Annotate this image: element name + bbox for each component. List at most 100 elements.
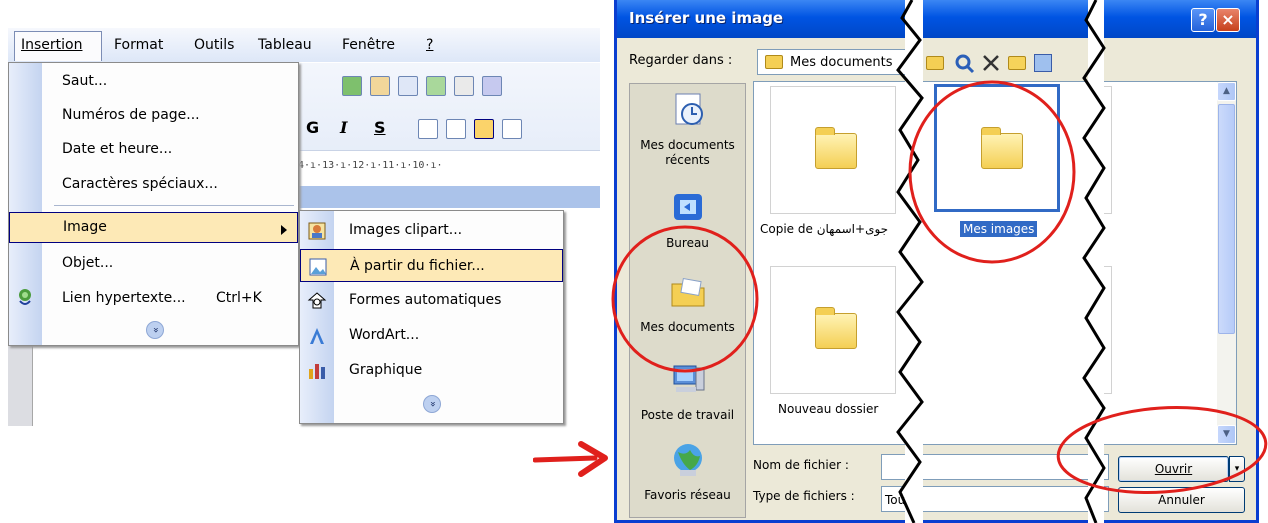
file-thumbnail[interactable] bbox=[770, 86, 896, 214]
file-type-combo[interactable]: Tou bbox=[881, 486, 1109, 512]
justify-icon[interactable] bbox=[502, 119, 522, 139]
autoshapes-icon bbox=[307, 292, 327, 309]
file-name: Nouveau dossier bbox=[778, 402, 879, 416]
dialog-toolbar bbox=[920, 50, 1060, 76]
insert-excel-icon[interactable] bbox=[426, 76, 446, 96]
file-list: Copie de جوى+اسمهان Mes images Nouveau d… bbox=[753, 81, 1237, 445]
scrollbar-thumb[interactable] bbox=[1218, 104, 1235, 334]
new-folder-icon[interactable] bbox=[1008, 56, 1026, 70]
hyperlink-icon bbox=[19, 289, 31, 305]
file-name: Copie de جوى+اسمهان bbox=[760, 222, 889, 236]
underline-button[interactable]: S bbox=[374, 118, 386, 137]
menu-outils[interactable]: Outils bbox=[194, 37, 234, 53]
place-desktop[interactable]: Bureau bbox=[630, 188, 745, 251]
picture-from-file-icon bbox=[309, 258, 327, 276]
tables-toolbar-icon[interactable] bbox=[370, 76, 390, 96]
columns-icon[interactable] bbox=[454, 76, 474, 96]
file-name-selected: Mes images bbox=[960, 221, 1038, 237]
menu-item-date-et-heure[interactable]: Date et heure... bbox=[9, 133, 298, 167]
ruler: 4·ı·13·ı·12·ı·11·ı·10·ı· bbox=[294, 150, 600, 186]
document-margin bbox=[8, 346, 33, 426]
help-button[interactable]: ? bbox=[1191, 8, 1215, 32]
my-pictures-folder-icon bbox=[981, 127, 1023, 169]
vertical-scrollbar[interactable]: ▲ ▼ bbox=[1217, 82, 1236, 444]
italic-button[interactable]: I bbox=[340, 118, 347, 137]
submenu-item-wordart[interactable]: WordArt... bbox=[300, 319, 563, 353]
dialog-titlebar: Insérer une image ? × bbox=[617, 0, 1256, 38]
scroll-up-button[interactable]: ▲ bbox=[1217, 82, 1236, 101]
document-background bbox=[294, 186, 600, 208]
menu-item-saut[interactable]: Saut... bbox=[9, 65, 298, 99]
expand-menu-icon[interactable]: » bbox=[146, 321, 164, 339]
menu-insertion-label: Insertion bbox=[21, 37, 83, 53]
menu-item-caracteres-speciaux[interactable]: Caractères spéciaux... bbox=[9, 168, 298, 202]
annotation-arrow-icon bbox=[533, 441, 608, 477]
submenu-item-formes-automatiques[interactable]: Formes automatiques bbox=[300, 284, 563, 318]
open-button[interactable]: Ouvrir bbox=[1118, 456, 1229, 482]
submenu-item-a-partir-du-fichier[interactable]: À partir du fichier... bbox=[300, 249, 563, 282]
file-thumbnail-clipped bbox=[1092, 266, 1112, 394]
search-web-icon[interactable] bbox=[954, 53, 976, 75]
folder-icon bbox=[815, 307, 857, 349]
bold-button[interactable]: G bbox=[306, 118, 319, 137]
close-button[interactable]: × bbox=[1216, 8, 1240, 32]
standard-toolbar-row bbox=[294, 69, 600, 103]
open-dropdown-button[interactable]: ▾ bbox=[1229, 456, 1245, 482]
wordart-icon bbox=[310, 328, 324, 344]
align-left-icon[interactable] bbox=[418, 119, 438, 139]
views-icon[interactable] bbox=[1034, 54, 1052, 72]
menu-tableau[interactable]: Tableau bbox=[258, 37, 312, 53]
file-thumbnail-selected[interactable] bbox=[934, 84, 1060, 212]
up-folder-icon[interactable] bbox=[926, 56, 944, 70]
menu-item-numeros-de-page[interactable]: Numéros de page... bbox=[9, 99, 298, 133]
place-my-documents[interactable]: Mes documents bbox=[630, 272, 745, 335]
place-recent-documents[interactable]: Mes documents récents bbox=[630, 90, 745, 168]
my-documents-icon bbox=[671, 277, 704, 307]
look-in-label: Regarder dans : bbox=[629, 53, 733, 68]
menu-insertion[interactable]: Insertion bbox=[14, 31, 102, 61]
place-network-places[interactable]: Favoris réseau bbox=[630, 440, 745, 503]
submenu-arrow-icon bbox=[281, 225, 287, 235]
menu-item-objet[interactable]: Objet... bbox=[9, 247, 298, 281]
look-in-value: Mes documents bbox=[790, 55, 893, 70]
cancel-button[interactable]: Annuler bbox=[1118, 487, 1245, 513]
menu-fenetre[interactable]: Fenêtre bbox=[342, 37, 395, 53]
drawing-icon[interactable] bbox=[482, 76, 502, 96]
chart-icon bbox=[309, 364, 325, 379]
insertion-menu: Saut... Numéros de page... Date et heure… bbox=[8, 62, 299, 346]
folder-icon bbox=[765, 55, 783, 69]
menu-item-lien-hypertexte[interactable]: Lien hypertexte... Ctrl+K bbox=[9, 282, 298, 316]
format-toolbar-row: G I S bbox=[294, 113, 600, 147]
open-button-label: Ouvrir bbox=[1154, 462, 1193, 476]
delete-icon[interactable] bbox=[982, 54, 1000, 72]
file-name-label: Nom de fichier : bbox=[753, 458, 849, 472]
menu-item-image[interactable]: Image bbox=[9, 212, 298, 243]
place-my-computer[interactable]: Poste de travail bbox=[630, 360, 745, 423]
places-bar: Mes documents récents Bureau Mes documen… bbox=[629, 83, 746, 518]
file-type-label: Type de fichiers : bbox=[753, 489, 855, 503]
dialog-title: Insérer une image bbox=[629, 9, 784, 27]
insert-table-icon[interactable] bbox=[398, 76, 418, 96]
file-thumbnail[interactable] bbox=[770, 266, 896, 394]
desktop-icon bbox=[673, 194, 702, 220]
menu-help[interactable]: ? bbox=[426, 37, 433, 53]
submenu-item-graphique[interactable]: Graphique bbox=[300, 354, 563, 388]
hyperlink-toolbar-icon[interactable] bbox=[342, 76, 362, 96]
scroll-down-button[interactable]: ▼ bbox=[1217, 425, 1236, 444]
align-center-icon[interactable] bbox=[446, 119, 466, 139]
menu-bar: Insertion Format Outils Tableau Fenêtre … bbox=[8, 28, 600, 62]
file-thumbnail-clipped bbox=[1092, 86, 1112, 214]
folder-icon bbox=[815, 127, 857, 169]
clipart-icon bbox=[308, 222, 326, 240]
my-computer-icon bbox=[673, 365, 704, 392]
submenu-item-images-clipart[interactable]: Images clipart... bbox=[300, 214, 563, 248]
align-right-icon[interactable] bbox=[474, 119, 494, 139]
expand-submenu-icon[interactable]: » bbox=[423, 395, 441, 413]
file-name-input[interactable] bbox=[881, 454, 1109, 480]
look-in-combo[interactable]: Mes documents bbox=[757, 49, 912, 75]
image-submenu: Images clipart... À partir du fichier...… bbox=[299, 210, 564, 424]
menu-format[interactable]: Format bbox=[114, 37, 163, 53]
network-places-icon bbox=[673, 444, 702, 476]
menu-separator bbox=[54, 205, 294, 206]
insert-picture-dialog: Insérer une image ? × Regarder dans : Me… bbox=[614, 0, 1259, 523]
